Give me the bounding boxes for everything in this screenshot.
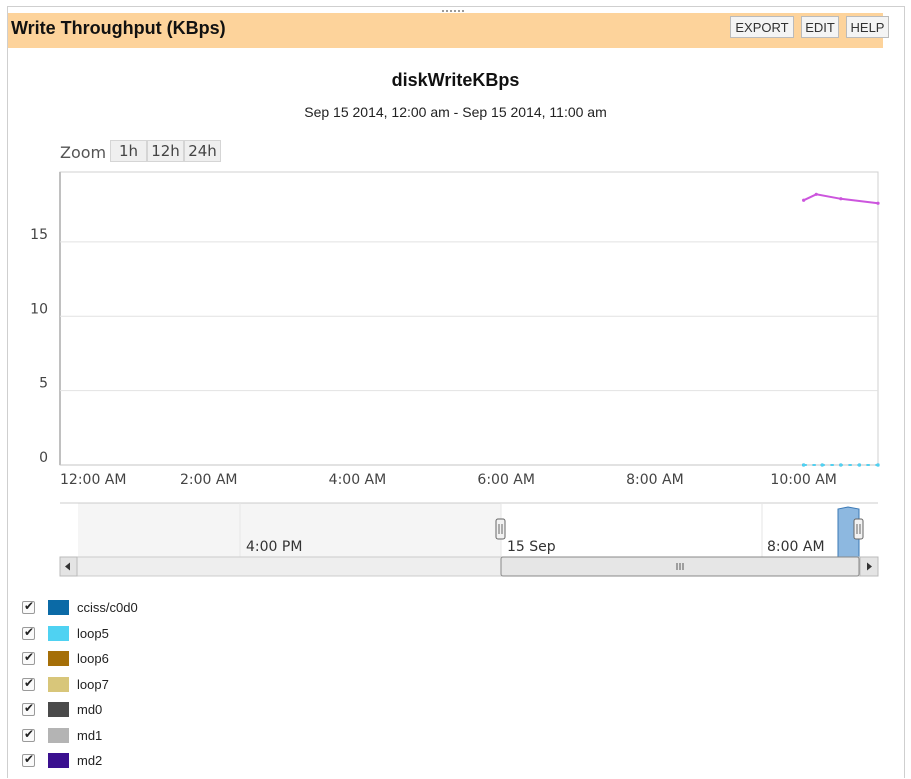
navigator-handle-right[interactable] [853,518,864,540]
legend-label: cciss/c0d0 [77,600,138,615]
y-tick-label: 0 [39,450,48,466]
x-tick-label: 8:00 AM [626,472,684,488]
legend-label: md2 [77,753,103,768]
legend-checkbox[interactable] [22,599,35,614]
legend-checkbox[interactable] [22,625,35,640]
x-tick-label: 4:00 AM [329,472,387,488]
y-tick-label: 5 [39,376,48,392]
y-tick-label: 10 [30,301,48,317]
navigator-label: 8:00 AM [767,539,825,555]
data-point [876,463,880,467]
x-tick-label: 2:00 AM [180,472,238,488]
navigator-handle-left[interactable] [495,518,506,540]
data-point [839,463,843,467]
plot-area [59,171,879,466]
legend-checkbox[interactable] [22,752,35,767]
data-point [876,201,880,205]
legend-checkbox[interactable] [22,650,35,665]
navigator-label: 4:00 PM [246,539,302,555]
legend-swatch [48,727,69,743]
legend-checkbox[interactable] [22,676,35,691]
legend-label: loop6 [77,651,109,666]
legend-swatch [48,753,69,768]
data-point [839,197,843,201]
legend-label: loop5 [77,625,109,641]
data-point [814,192,818,196]
x-tick-label: 6:00 AM [477,472,535,488]
legend-label: loop7 [77,676,109,692]
legend-label: md0 [77,702,103,717]
line-chart: 0 5 10 15 12:00 AM 2:00 AM 4:00 AM 6:00 AM 8:00… [30,171,880,577]
legend-checkbox[interactable] [22,727,35,742]
legend-checkbox[interactable] [22,701,35,716]
data-point [857,463,862,467]
legend-label: md1 [77,727,103,743]
x-tick-label: 10:00 AM [770,472,836,488]
x-tick-label: 12:00 AM [60,472,126,488]
data-point [802,198,806,202]
legend-swatch [48,600,69,615]
legend-swatch [48,702,69,717]
y-tick-label: 15 [30,227,48,243]
data-point [802,463,806,467]
legend-swatch [48,625,69,641]
legend-swatch [48,676,69,692]
data-point [820,463,824,467]
legend-swatch [48,651,69,666]
navigator-label: 15 Sep [507,539,556,555]
